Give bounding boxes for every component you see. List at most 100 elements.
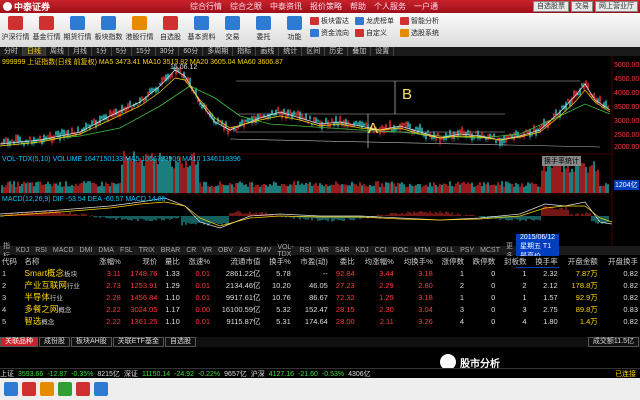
column-header[interactable]: 涨速% xyxy=(181,256,213,267)
toolbar-sector-button[interactable]: 板块指数 xyxy=(93,13,124,47)
tab-period[interactable]: 60分 xyxy=(179,47,204,56)
tab-period[interactable]: 设置 xyxy=(371,47,395,56)
tab-period[interactable]: 区间 xyxy=(302,47,326,56)
table-row[interactable]: 1 Smart概念板块 3.11 1748.76 1.33 0.01 2861.22亿 5.7… xyxy=(0,267,640,279)
tab-period[interactable]: 历史 xyxy=(325,47,349,56)
indicator-tab[interactable]: KDJ xyxy=(13,247,32,254)
taskbar-app-icon[interactable] xyxy=(58,382,72,396)
tab-period[interactable]: 统计 xyxy=(279,47,303,56)
column-header[interactable]: 开盘换手 xyxy=(599,256,640,267)
column-header[interactable]: 委比 xyxy=(329,256,357,267)
toolbar-star-button[interactable]: 自选股 xyxy=(155,13,186,47)
kline-chart[interactable]: 999999 上证指数(日线 前复权) MA5 3473.41 MA10 351… xyxy=(0,56,640,246)
menu-item[interactable]: 综合行情 xyxy=(190,1,222,12)
taskbar-app-icon[interactable] xyxy=(22,382,36,396)
toolbar-small-button[interactable]: 自定义 xyxy=(355,28,394,38)
taskbar-app-icon[interactable] xyxy=(94,382,108,396)
indicator-tab[interactable]: VR xyxy=(199,247,215,254)
toolbar-info-button[interactable]: 基本资料 xyxy=(186,13,217,47)
indicator-tab[interactable]: DMA xyxy=(95,247,117,254)
tab-period[interactable]: 周线 xyxy=(46,47,69,56)
indicator-tab[interactable]: RSI xyxy=(32,247,50,254)
toolbar-futures-button[interactable]: 期货行情 xyxy=(62,13,93,47)
toolbar-small-button[interactable]: 选股系统 xyxy=(400,28,439,38)
column-header[interactable]: 均涨幅% xyxy=(356,256,396,267)
toolbar-small-button[interactable]: 龙虎榜单 xyxy=(355,16,394,26)
tab-period[interactable]: 指标 xyxy=(233,47,257,56)
tab-period[interactable]: 月线 xyxy=(69,47,92,56)
indicator-tab[interactable]: BOLL xyxy=(433,247,457,254)
column-header[interactable]: 封板数 xyxy=(497,256,529,267)
table-row[interactable]: 5 智选概念 2.22 1361.25 1.10 0.01 9115.87亿 5.31 174.… xyxy=(0,315,640,327)
column-header[interactable]: 市盈(动) xyxy=(292,256,330,267)
column-header[interactable]: 量比 xyxy=(159,256,182,267)
menu-item[interactable]: 综合之眼 xyxy=(230,1,262,12)
indicator-tab[interactable]: MACD xyxy=(50,247,77,254)
table-row[interactable]: 3 半导体行业 2.28 1456.84 1.10 0.01 9917.61亿 10.76 86… xyxy=(0,291,640,303)
table-row[interactable]: 2 产业互联网行业 2.73 1253.91 1.29 0.01 2134.46亿 10.20… xyxy=(0,279,640,291)
toolbar-small-button[interactable]: 板块雷达 xyxy=(310,16,349,26)
tab-period[interactable]: 30分 xyxy=(156,47,180,56)
column-header[interactable]: 现价 xyxy=(122,256,160,267)
tab-period[interactable]: 分时 xyxy=(0,47,23,56)
indicator-tab[interactable]: SAR xyxy=(332,247,352,254)
indicator-tab[interactable]: KDJ xyxy=(352,247,371,254)
toolbar-hk-button[interactable]: 港股行情 xyxy=(124,13,155,47)
column-header[interactable]: 开盘金额 xyxy=(559,256,600,267)
indicator-tab[interactable]: EMV xyxy=(253,247,274,254)
column-header[interactable]: 名称 xyxy=(22,256,93,267)
bottom-tab[interactable]: 关联品种 xyxy=(0,337,38,347)
column-header[interactable]: 涨停数 xyxy=(434,256,467,267)
menu-item[interactable]: 帮助 xyxy=(350,1,366,12)
tab-period[interactable]: 画线 xyxy=(256,47,280,56)
tab-period[interactable]: 多周期 xyxy=(203,47,234,56)
indicator-tab[interactable]: RSI xyxy=(297,247,315,254)
indicator-tab[interactable]: ROC xyxy=(390,247,412,254)
indicator-tab[interactable]: CCI xyxy=(372,247,390,254)
indicator-tab[interactable]: MCST xyxy=(477,247,503,254)
indicator-tab[interactable]: MTM xyxy=(411,247,433,254)
indicator-tab[interactable]: PSY xyxy=(457,247,477,254)
column-header[interactable]: 换手率 xyxy=(528,256,560,267)
tab-period[interactable]: 1分 xyxy=(92,47,112,56)
column-header[interactable]: 均换手% xyxy=(395,256,435,267)
toolbar-small-button[interactable]: 智能分析 xyxy=(400,16,439,26)
top-button[interactable]: 自选股票 xyxy=(533,1,569,12)
toolbar-trade-button[interactable]: 交易 xyxy=(217,13,248,47)
toolbar-small-button[interactable]: 资金流向 xyxy=(310,28,349,38)
table-row[interactable]: 4 多餐之网概念 2.22 3024.05 1.17 0.00 16100.59亿 5.32 1… xyxy=(0,303,640,315)
indicator-tab[interactable]: FSL xyxy=(117,247,136,254)
indicator-tab[interactable]: TRIX xyxy=(136,247,158,254)
bottom-tab[interactable]: 关联ETF基金 xyxy=(112,337,164,347)
taskbar-app-icon[interactable] xyxy=(4,382,18,396)
bottom-tab[interactable]: 板块AH股 xyxy=(71,337,112,347)
toolbar-function-button[interactable]: 功能 xyxy=(279,13,310,47)
top-button[interactable]: 交易 xyxy=(571,1,593,12)
menu-item[interactable]: 中泰资讯 xyxy=(270,1,302,12)
toolbar-order-button[interactable]: 委托 xyxy=(248,13,279,47)
tab-period[interactable]: 日线 xyxy=(23,47,46,56)
bottom-tab[interactable]: 成份股 xyxy=(39,337,70,347)
tab-period[interactable]: 5分 xyxy=(112,47,132,56)
menu-item[interactable]: 个人服务 xyxy=(374,1,406,12)
taskbar-app-icon[interactable] xyxy=(40,382,54,396)
indicator-tab[interactable]: OBV xyxy=(215,247,236,254)
menu-item[interactable]: 一户通 xyxy=(414,1,438,12)
column-header[interactable]: 代码 xyxy=(0,256,23,267)
indicator-tab[interactable]: CR xyxy=(183,247,199,254)
top-button[interactable]: 网上营业厅 xyxy=(595,1,638,12)
bottom-tab[interactable]: 自选股 xyxy=(164,337,196,347)
toolbar-fund-button[interactable]: 基金行情 xyxy=(31,13,62,47)
indicator-tab[interactable]: BRAR xyxy=(158,247,183,254)
column-header[interactable]: 涨幅% xyxy=(92,256,123,267)
column-header[interactable]: 流通市值 xyxy=(212,256,263,267)
toolbar-chart-button[interactable]: 沪深行情 xyxy=(0,13,31,47)
tab-period[interactable]: 15分 xyxy=(132,47,156,56)
indicator-tab[interactable]: WR xyxy=(314,247,332,254)
menu-item[interactable]: 报价策略 xyxy=(310,1,342,12)
taskbar-app-icon[interactable] xyxy=(76,382,90,396)
column-header[interactable]: 换手% xyxy=(262,256,293,267)
indicator-tab[interactable]: ASI xyxy=(236,247,253,254)
indicator-tab[interactable]: DMI xyxy=(77,247,96,254)
column-header[interactable]: 跌停数 xyxy=(466,256,498,267)
